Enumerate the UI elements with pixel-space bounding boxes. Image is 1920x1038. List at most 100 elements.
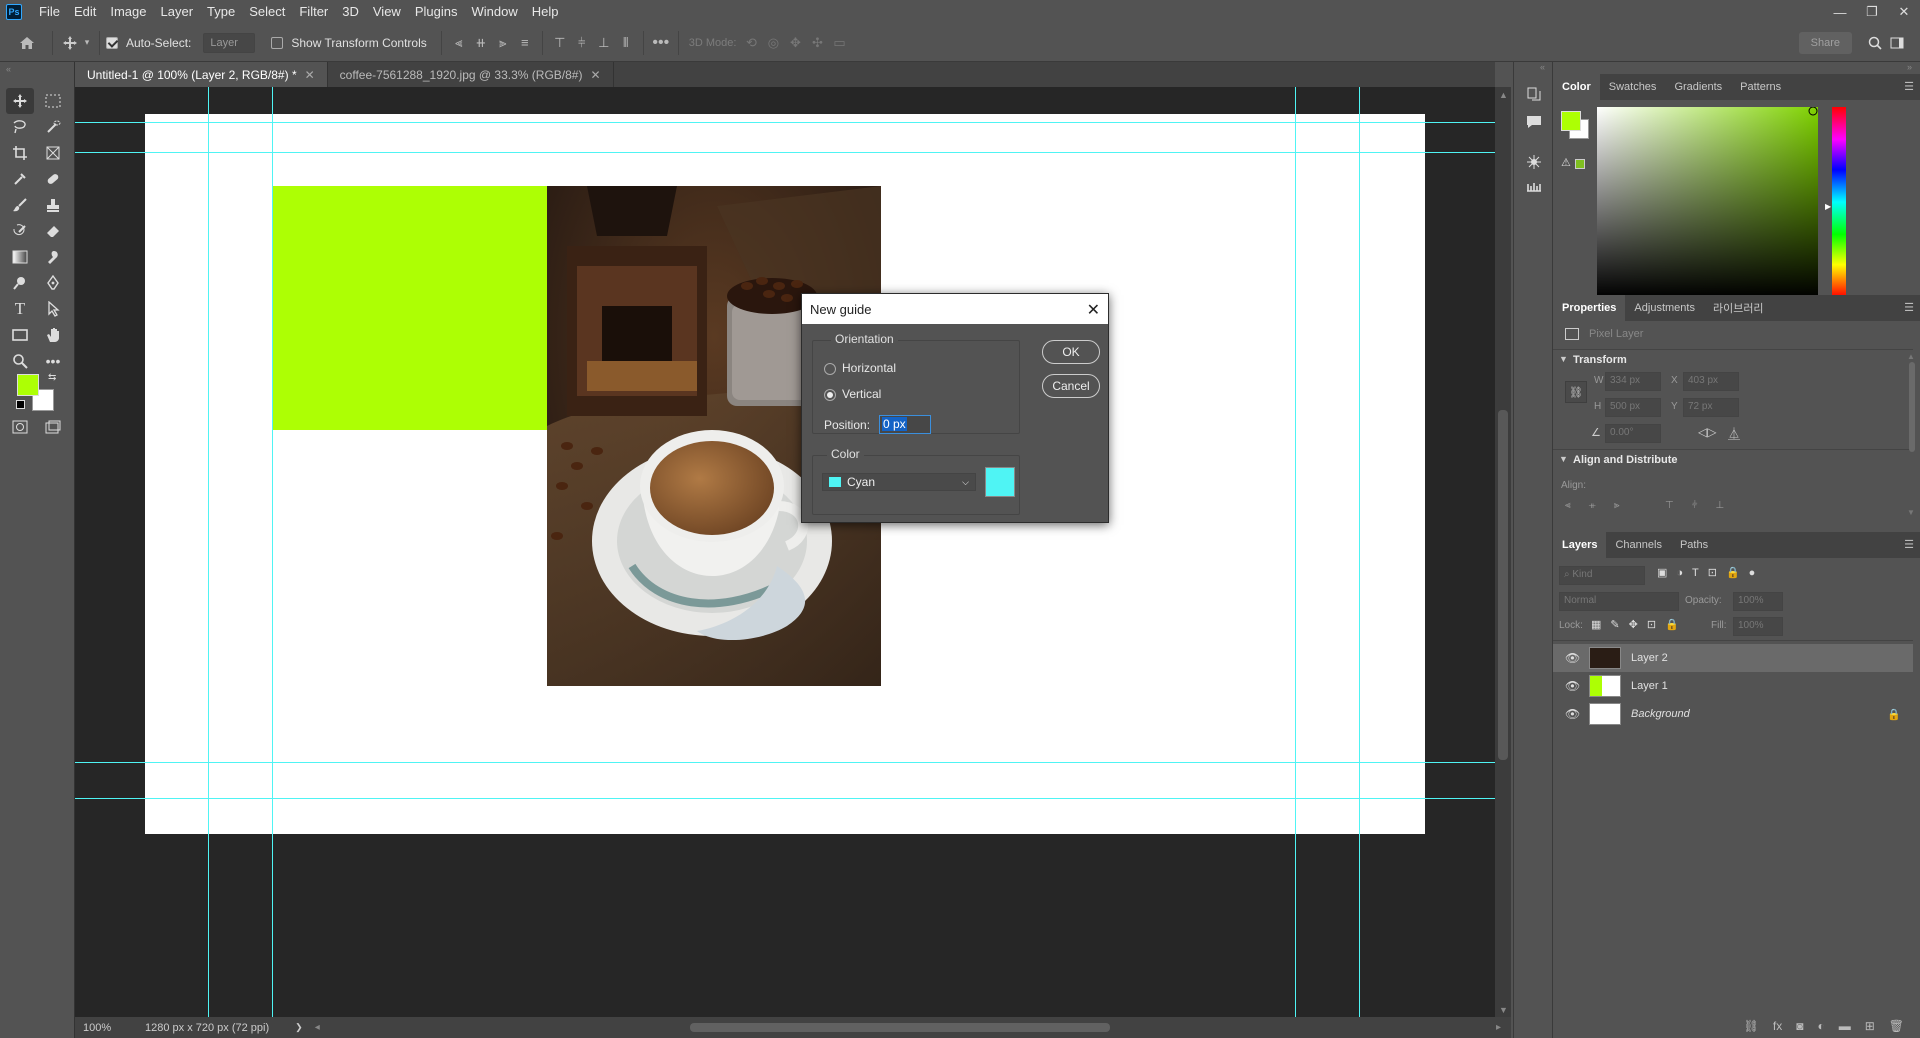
gradient-tool-icon[interactable] [6, 244, 34, 270]
fill-field[interactable]: 100% [1733, 617, 1783, 636]
menu-filter[interactable]: Filter [292, 0, 335, 24]
chevron-down-icon[interactable]: ▼ [1559, 354, 1568, 364]
minimize-icon[interactable]: — [1824, 0, 1856, 24]
type-tool-icon[interactable]: T [6, 296, 34, 322]
3d-orbit-icon[interactable]: ⟲ [740, 32, 762, 54]
tab-color[interactable]: Color [1553, 74, 1600, 100]
menu-window[interactable]: Window [464, 0, 524, 24]
brushes-panel-icon[interactable] [1524, 176, 1544, 196]
menu-plugins[interactable]: Plugins [408, 0, 465, 24]
swap-colors-icon[interactable]: ⇆ [48, 372, 56, 383]
zoom-tool-icon[interactable] [6, 348, 34, 374]
more-options-icon[interactable]: ••• [650, 32, 672, 54]
tab-libraries[interactable]: 라이브러리 [1704, 295, 1773, 321]
collapse-panels-icon[interactable]: » [1907, 62, 1912, 72]
show-transform-checkbox[interactable] [271, 36, 284, 49]
rectangle-tool-icon[interactable] [6, 322, 34, 348]
panel-menu-icon[interactable]: ☰ [1904, 538, 1914, 551]
delete-layer-icon[interactable]: 🗑 [1889, 1019, 1904, 1033]
horizontal-scroll-thumb[interactable] [690, 1023, 1110, 1032]
horizontal-radio-button[interactable] [824, 362, 836, 375]
opacity-field[interactable]: 100% [1733, 592, 1783, 611]
align-vcenter-icon[interactable]: ⫩ [571, 32, 593, 54]
scroll-up-icon[interactable]: ▲ [1907, 352, 1915, 361]
3d-slide-icon[interactable]: ✣ [806, 32, 828, 54]
chevron-down-icon[interactable]: ▾ [81, 32, 93, 54]
3d-scale-icon[interactable]: ▭ [828, 32, 850, 54]
flip-horizontal-icon[interactable]: ◁▷ [1698, 425, 1716, 439]
lock-icons[interactable]: ▦✎✥⊡🔒 [1591, 618, 1688, 631]
frame-tool-icon[interactable] [39, 140, 67, 166]
menu-3d[interactable]: 3D [335, 0, 366, 24]
vertical-radio[interactable]: Vertical [824, 387, 881, 401]
lasso-tool-icon[interactable] [6, 114, 34, 140]
layer-filter-icons[interactable]: ▣◑T⊡🔒● [1657, 566, 1764, 579]
tab-gradients[interactable]: Gradients [1665, 74, 1731, 100]
restore-icon[interactable]: ❐ [1856, 0, 1888, 24]
vertical-radio-button[interactable] [824, 388, 836, 401]
layer-name[interactable]: Layer 1 [1631, 680, 1668, 692]
tab-patterns[interactable]: Patterns [1731, 74, 1790, 100]
color-picker-field[interactable] [1597, 107, 1818, 297]
eyedropper-tool-icon[interactable] [6, 166, 34, 192]
close-icon[interactable]: ✕ [590, 68, 600, 82]
canvas-area[interactable] [75, 87, 1495, 1017]
share-button[interactable]: Share [1798, 31, 1852, 54]
width-field[interactable]: 334 px [1605, 372, 1661, 391]
tab-properties[interactable]: Properties [1553, 295, 1626, 321]
auto-select-target-dropdown[interactable]: Layer [203, 32, 256, 53]
auto-select-checkbox[interactable] [106, 36, 118, 49]
close-window-icon[interactable]: ✕ [1888, 0, 1920, 24]
history-brush-tool-icon[interactable] [6, 218, 34, 244]
tab-paths[interactable]: Paths [1671, 532, 1717, 558]
layer-row-background[interactable]: 👁 Background 🔒 [1553, 700, 1913, 728]
foreground-color-swatch[interactable] [17, 374, 39, 396]
guide-color-dropdown[interactable]: Cyan ⌵ [822, 473, 976, 491]
green-rectangle-layer[interactable] [273, 186, 547, 430]
search-icon[interactable] [1864, 32, 1886, 54]
move-tool-icon[interactable] [6, 88, 34, 114]
flip-vertical-icon[interactable]: ⏅ [1728, 425, 1740, 442]
scroll-down-icon[interactable]: ▼ [1907, 508, 1915, 517]
guide-horizontal[interactable] [75, 122, 1495, 123]
properties-scroll-thumb[interactable] [1909, 362, 1915, 452]
document-canvas[interactable] [145, 114, 1425, 834]
stamp-tool-icon[interactable] [39, 192, 67, 218]
layer-row-layer-2[interactable]: 👁 Layer 2 [1553, 644, 1913, 672]
zoom-level[interactable]: 100% [83, 1022, 135, 1034]
distribute-vertical-icon[interactable]: ⦀ [615, 32, 637, 54]
scroll-down-icon[interactable]: ▼ [1499, 1005, 1508, 1015]
out-of-gamut-warning-icon[interactable]: ⚠ [1561, 156, 1571, 169]
guide-vertical[interactable] [1359, 87, 1360, 1017]
vertical-scroll-thumb[interactable] [1498, 410, 1508, 760]
tab-swatches[interactable]: Swatches [1600, 74, 1666, 100]
align-hcenter-icon[interactable]: ⧺ [470, 32, 492, 54]
default-colors-icon[interactable] [16, 400, 25, 409]
lock-icon[interactable]: 🔒 [1887, 708, 1901, 721]
tab-adjustments[interactable]: Adjustments [1625, 295, 1704, 321]
guide-color-swatch[interactable] [985, 467, 1015, 497]
guide-horizontal[interactable] [75, 152, 1495, 153]
menu-image[interactable]: Image [103, 0, 153, 24]
guide-horizontal[interactable] [75, 798, 1495, 799]
guide-horizontal[interactable] [75, 762, 1495, 763]
color-panel-foreground-swatch[interactable] [1561, 111, 1581, 131]
guide-vertical[interactable] [1295, 87, 1296, 1017]
workspace-icon[interactable] [1886, 32, 1908, 54]
link-icon[interactable]: ⛓ [1565, 381, 1587, 403]
expand-icon[interactable]: « [1540, 62, 1545, 72]
new-layer-icon[interactable]: ⊞ [1865, 1019, 1875, 1033]
visibility-eye-icon[interactable]: 👁 [1565, 707, 1580, 721]
menu-edit[interactable]: Edit [67, 0, 103, 24]
scroll-left-icon[interactable]: ◂ [315, 1022, 320, 1033]
link-layers-icon[interactable]: ⛓ [1744, 1019, 1759, 1033]
visibility-eye-icon[interactable]: 👁 [1565, 679, 1580, 693]
x-field[interactable]: 403 px [1683, 372, 1739, 391]
adjustment-layer-icon[interactable]: ◐ [1817, 1019, 1824, 1033]
path-selection-tool-icon[interactable] [39, 296, 67, 322]
more-tools-icon[interactable]: ••• [39, 348, 67, 374]
new-group-icon[interactable]: ▬ [1839, 1019, 1851, 1033]
hue-slider[interactable] [1832, 107, 1846, 297]
tab-coffee[interactable]: coffee-7561288_1920.jpg @ 33.3% (RGB/8#)… [328, 62, 614, 87]
cancel-button[interactable]: Cancel [1042, 374, 1100, 398]
